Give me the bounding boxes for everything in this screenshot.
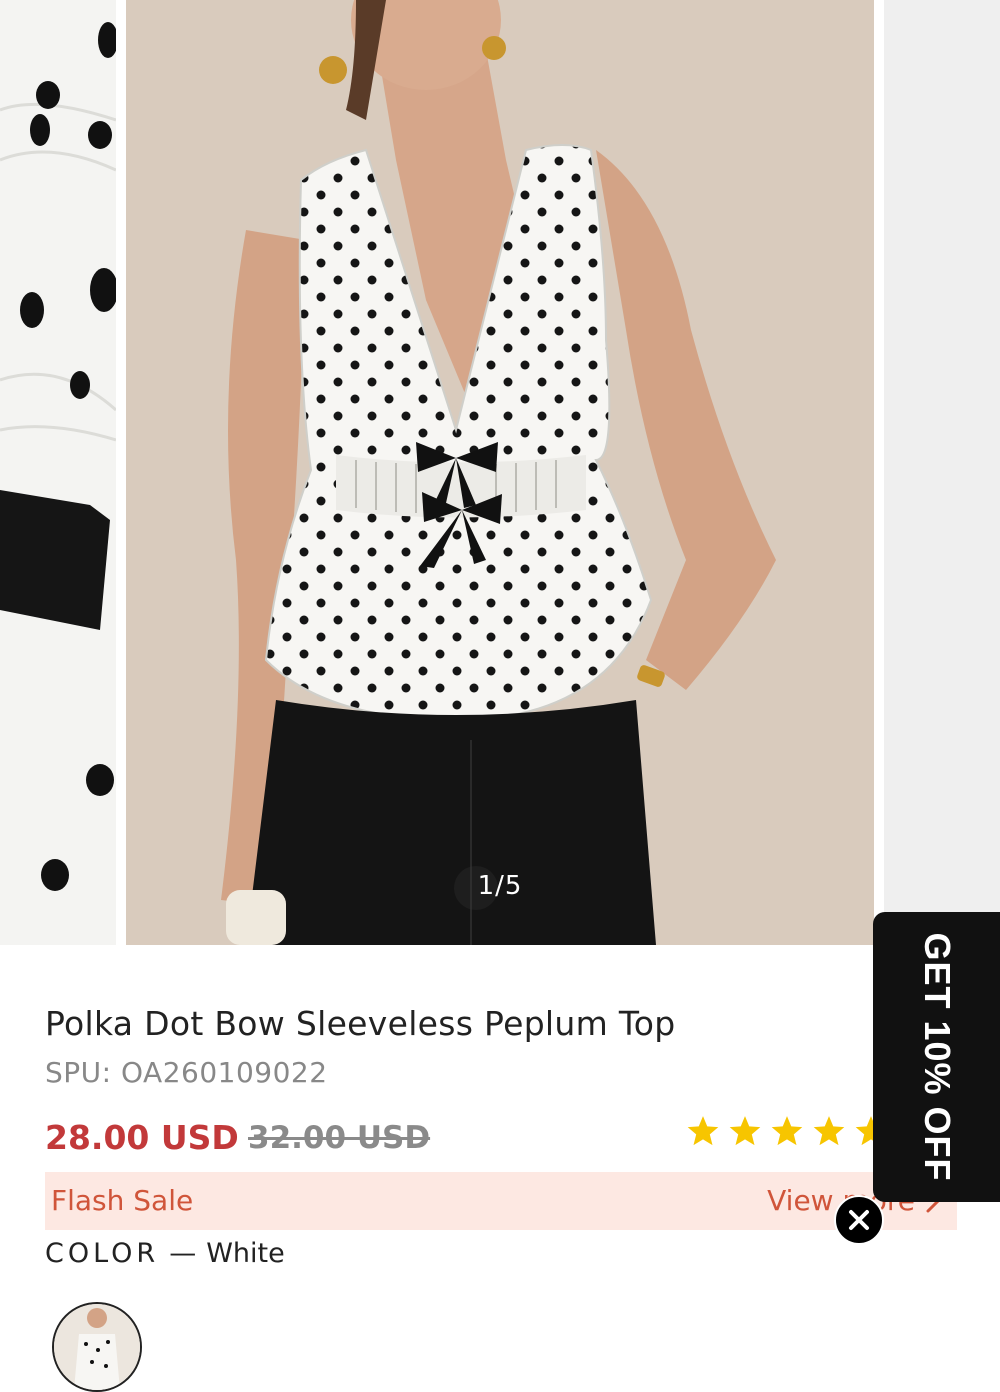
star-icon — [771, 1116, 803, 1146]
sale-price: 28.00 USD — [45, 1118, 239, 1157]
flash-sale-banner[interactable]: Flash Sale View more — [45, 1172, 957, 1230]
promo-close-button[interactable] — [834, 1195, 884, 1245]
close-icon — [849, 1210, 869, 1230]
discount-promo-tab[interactable]: GET 10% OFF — [873, 912, 1000, 1202]
color-label: COLOR — [45, 1238, 160, 1269]
original-price: 32.00 USD — [248, 1120, 431, 1156]
gallery-slide-previous[interactable] — [0, 0, 116, 945]
color-swatch-white[interactable] — [52, 1302, 142, 1392]
star-icon — [813, 1116, 845, 1146]
fabric-detail-image — [0, 0, 116, 945]
rating-stars[interactable] — [686, 1114, 888, 1148]
gallery-counter-text: 1/5 — [477, 871, 523, 901]
color-separator: — — [169, 1238, 197, 1269]
promo-tab-text: GET 10% OFF — [916, 932, 958, 1182]
gallery-slide-next[interactable] — [884, 0, 1000, 945]
flash-sale-label: Flash Sale — [51, 1184, 194, 1217]
gallery-counter: 1/5 — [454, 862, 546, 910]
swatch-thumbnail-image — [54, 1304, 140, 1390]
star-icon — [687, 1116, 719, 1146]
star-icon — [729, 1116, 761, 1146]
product-title: Polka Dot Bow Sleeveless Peplum Top — [45, 1004, 676, 1043]
product-spu: SPU: OA260109022 — [45, 1056, 328, 1089]
color-selector-label: COLOR — White — [45, 1238, 285, 1269]
color-value: White — [206, 1238, 285, 1269]
gallery-slide-current[interactable] — [126, 0, 874, 945]
product-image-gallery[interactable]: 1/5 — [0, 0, 1000, 945]
product-photo — [126, 0, 874, 945]
